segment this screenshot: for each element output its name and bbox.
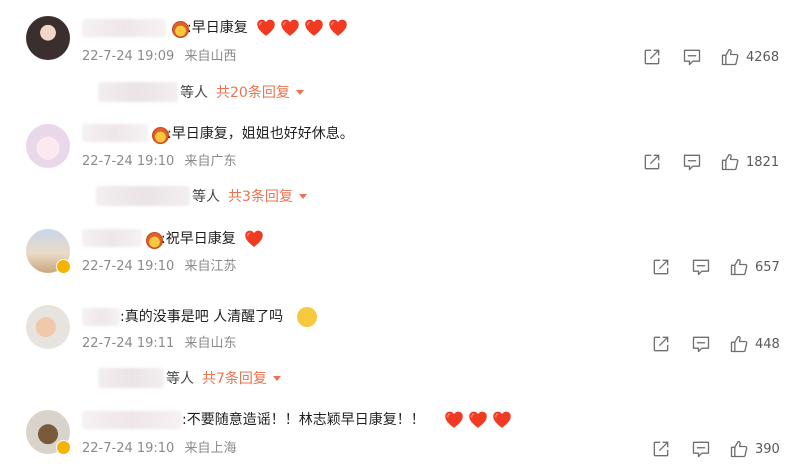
thumbs-up-icon[interactable] [720, 152, 740, 172]
thumbs-up-icon[interactable] [729, 439, 749, 459]
heart-emoji-group [256, 18, 348, 38]
like-count: 448 [755, 336, 780, 352]
comment-actions: 1821 [642, 152, 779, 172]
comment-icon[interactable] [691, 257, 711, 277]
chevron-down-icon[interactable] [298, 193, 307, 199]
comment-meta: 22-7-24 19:10 来自广东 [82, 153, 243, 171]
username-blurred[interactable] [82, 308, 120, 326]
share-icon[interactable] [642, 47, 662, 67]
comment-meta: 22-7-24 19:10 来自上海 [82, 440, 243, 458]
share-icon[interactable] [651, 334, 671, 354]
verified-badge-icon [56, 259, 71, 274]
comment-meta: 22-7-24 19:09 来自山西 [82, 48, 243, 66]
thumbs-up-icon[interactable] [720, 47, 740, 67]
username-blurred[interactable] [82, 19, 166, 37]
comment-text: :早日康复，姐姐也好好休息。 [167, 126, 354, 142]
avatar[interactable] [26, 124, 70, 168]
like-count: 390 [755, 441, 780, 457]
thumbs-up-icon[interactable] [729, 257, 749, 277]
comment-location: 来自江苏 [184, 259, 237, 274]
comment-actions: 448 [651, 334, 780, 354]
thumbs-up-icon[interactable] [729, 334, 749, 354]
avatar[interactable] [26, 16, 70, 60]
comment-text: :早日康复 [187, 20, 248, 36]
comment-location: 来自上海 [184, 441, 237, 456]
share-icon[interactable] [651, 439, 671, 459]
comment-location: 来自广东 [184, 154, 237, 169]
comment-icon[interactable] [682, 152, 702, 172]
comment-actions: 4268 [642, 47, 779, 67]
reply-users-blurred [96, 186, 190, 206]
reply-others-label: 等人 [166, 371, 194, 387]
crying-face-emoji [297, 307, 317, 327]
chevron-down-icon[interactable] [295, 89, 304, 95]
view-replies-link[interactable]: 共3条回复 [228, 186, 293, 206]
heart-icon [244, 229, 264, 249]
reply-others-label: 等人 [192, 189, 220, 205]
heart-icon [304, 18, 324, 38]
reply-others-label: 等人 [180, 85, 208, 101]
comment-time: 22-7-24 19:09 [82, 49, 175, 64]
comment-location: 来自山东 [184, 336, 237, 351]
reply-summary: 等人 共3条回复 [96, 186, 307, 206]
reply-users-blurred [98, 82, 178, 102]
username-blurred[interactable] [82, 229, 142, 247]
comment-meta: 22-7-24 19:11 来自山东 [82, 335, 243, 353]
comment-text: :祝早日康复 [161, 231, 236, 247]
view-replies-link[interactable]: 共7条回复 [202, 368, 267, 388]
comment-icon[interactable] [682, 47, 702, 67]
username-blurred[interactable] [82, 124, 148, 142]
comment-time: 22-7-24 19:11 [82, 336, 175, 351]
heart-icon [328, 18, 348, 38]
reply-summary: 等人 共7条回复 [98, 368, 281, 388]
comment-item: :早日康复 22-7-24 19:09 来自山西 4268 等人 共20条回复 [0, 0, 800, 110]
heart-icon [256, 18, 276, 38]
heart-icon [468, 410, 488, 430]
comment-meta: 22-7-24 19:10 来自江苏 [82, 258, 243, 276]
comment-actions: 390 [651, 439, 780, 459]
like-count: 1821 [746, 154, 780, 170]
like-count: 4268 [746, 49, 780, 65]
like-count: 657 [755, 259, 780, 275]
reply-users-blurred [98, 368, 164, 388]
comment-time: 22-7-24 19:10 [82, 154, 175, 169]
heart-icon [492, 410, 512, 430]
comment-icon[interactable] [691, 334, 711, 354]
comment-location: 来自山西 [184, 49, 237, 64]
username-blurred[interactable] [82, 411, 182, 429]
comment-text: :真的没事是吧 人清醒了吗 [120, 309, 284, 325]
comment-icon[interactable] [691, 439, 711, 459]
view-replies-link[interactable]: 共20条回复 [216, 82, 290, 102]
heart-emoji-group [244, 229, 264, 249]
heart-icon [444, 410, 464, 430]
comment-text: :不要随意造谣！！林志颖早日康复！！ [182, 412, 425, 428]
comment-time: 22-7-24 19:10 [82, 259, 175, 274]
chevron-down-icon[interactable] [272, 375, 281, 381]
comment-time: 22-7-24 19:10 [82, 441, 175, 456]
reply-summary: 等人 共20条回复 [98, 82, 304, 102]
share-icon[interactable] [651, 257, 671, 277]
verified-badge-icon [56, 440, 71, 455]
heart-icon [280, 18, 300, 38]
comment-actions: 657 [651, 257, 780, 277]
avatar[interactable] [26, 305, 70, 349]
heart-emoji-group [444, 410, 512, 430]
share-icon[interactable] [642, 152, 662, 172]
